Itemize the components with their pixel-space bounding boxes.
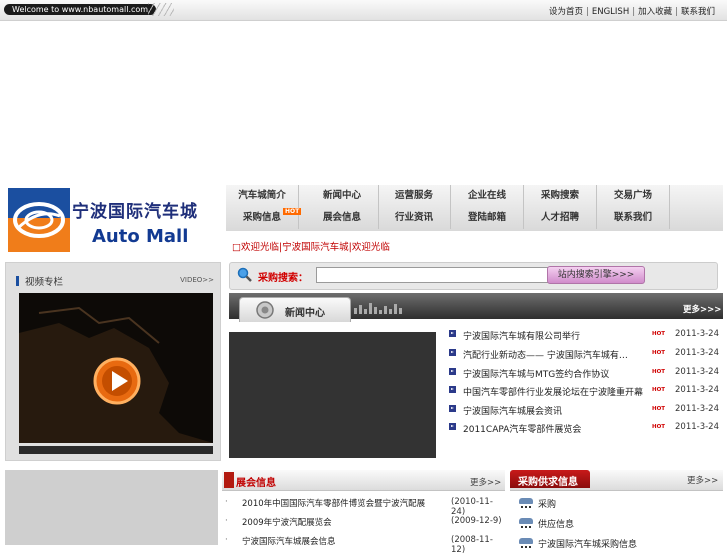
- video-panel: 视频专栏 VIDEO>>: [5, 262, 221, 461]
- arrow-bullet-icon: [449, 349, 456, 356]
- expo-item-date: (2009-12-9): [451, 516, 502, 526]
- news-item[interactable]: 宁波国际汽车城与MTG签约合作协议 HOT 2011-3-24: [449, 367, 721, 380]
- video-controls-bar[interactable]: [19, 446, 213, 454]
- nav-services[interactable]: 运营服务: [378, 185, 451, 207]
- news-item-title[interactable]: 宁波国际汽车城与MTG签约合作协议: [463, 367, 609, 380]
- news-item-date: 2011-3-24: [675, 329, 719, 339]
- news-item-date: 2011-3-24: [675, 367, 719, 377]
- logo-name-en: Auto Mall: [92, 226, 189, 247]
- supply-item-title[interactable]: 宁波国际汽车城采购信息: [538, 537, 637, 550]
- top-links: 设为首页 | ENGLISH | 加入收藏 | 联系我们: [549, 5, 715, 17]
- search-bar: 采购搜索： 站内搜索引擎>>>: [229, 262, 718, 290]
- news-item-title[interactable]: 汽配行业新动态—— 宁波国际汽车城有…: [463, 348, 628, 361]
- car-icon: [519, 518, 533, 528]
- nav-purchase-search[interactable]: 采购搜索: [524, 185, 597, 207]
- supply-item-title[interactable]: 供应信息: [538, 517, 574, 530]
- expo-item[interactable]: · 宁波国际汽车城展会信息 (2008-11-12): [225, 535, 505, 555]
- bullet: ·: [225, 497, 228, 507]
- hot-badge: HOT: [652, 369, 666, 375]
- nav-recruitment[interactable]: 人才招聘: [524, 207, 597, 229]
- expo-item-date: (2008-11-12): [451, 535, 493, 555]
- search-label: 采购搜索：: [258, 273, 308, 284]
- left-bottom-panel: [5, 470, 218, 545]
- news-item-date: 2011-3-24: [675, 348, 719, 358]
- news-item-date: 2011-3-24: [675, 385, 719, 395]
- hot-badge: HOT: [652, 406, 666, 412]
- separator: |: [632, 7, 636, 17]
- nav-news[interactable]: 新闻中心: [306, 185, 379, 207]
- decorative-stripes: [148, 3, 174, 16]
- logo-name-cn: 宁波国际汽车城: [72, 202, 198, 222]
- nav-industry-news[interactable]: 行业资讯: [378, 207, 451, 229]
- search-input[interactable]: [316, 267, 550, 283]
- hot-badge: HOT: [652, 331, 666, 337]
- hot-badge: HOT: [652, 387, 666, 393]
- hot-badge: HOT: [283, 208, 302, 215]
- nav-trade-square[interactable]: 交易广场: [597, 185, 670, 207]
- news-item-date: 2011-3-24: [675, 404, 719, 414]
- expo-title: 展会信息: [236, 478, 276, 489]
- arrow-bullet-icon: [449, 405, 456, 412]
- arrow-bullet-icon: [449, 423, 456, 430]
- expo-item-title[interactable]: 2009年宁波汽配展览会: [242, 516, 332, 528]
- expo-item-title[interactable]: 宁波国际汽车城展会信息: [242, 535, 336, 547]
- bullet: ·: [225, 535, 228, 545]
- car-icon: [519, 498, 533, 508]
- expo-item-date: (2010-11-24): [451, 497, 493, 517]
- contact-link[interactable]: 联系我们: [681, 7, 715, 17]
- news-item-title[interactable]: 中国汽车零部件行业发展论坛在宁波隆重开幕: [463, 385, 643, 398]
- nav-email-login[interactable]: 登陆邮箱: [451, 207, 524, 229]
- nav-about[interactable]: 汽车城简介: [226, 185, 299, 207]
- expo-item[interactable]: · 2010年中国国际汽车零部件博览会暨宁波汽配展 (2010-11-24): [225, 497, 505, 517]
- expo-more-link[interactable]: 更多>>: [470, 476, 501, 488]
- news-item[interactable]: 宁波国际汽车城有限公司举行 HOT 2011-3-24: [449, 329, 721, 342]
- arrow-bullet-icon: [449, 330, 456, 337]
- news-item-date: 2011-3-24: [675, 422, 719, 432]
- news-title: 新闻中心: [285, 308, 325, 319]
- search-button[interactable]: 站内搜索引擎>>>: [547, 266, 645, 284]
- play-icon: [93, 357, 141, 405]
- video-player[interactable]: [19, 293, 213, 443]
- search-icon: [237, 267, 252, 282]
- bullet: ·: [225, 516, 228, 526]
- add-favorite-link[interactable]: 加入收藏: [638, 7, 672, 17]
- site-logo[interactable]: 宁波国际汽车城 Auto Mall: [8, 187, 222, 253]
- news-item[interactable]: 汽配行业新动态—— 宁波国际汽车城有… HOT 2011-3-24: [449, 348, 721, 361]
- news-more-link[interactable]: 更多>>>: [683, 303, 721, 315]
- news-image[interactable]: [229, 332, 436, 458]
- separator: |: [675, 7, 678, 17]
- equalizer-decoration-icon: [354, 303, 402, 314]
- nav-expo-info[interactable]: 展会信息: [306, 207, 379, 229]
- car-icon: [519, 538, 533, 548]
- video-more-link[interactable]: VIDEO>>: [180, 276, 214, 284]
- news-item[interactable]: 宁波国际汽车城展会资讯 HOT 2011-3-24: [449, 404, 721, 417]
- separator: |: [585, 7, 589, 17]
- nav-contact[interactable]: 联系我们: [597, 207, 670, 229]
- scrolling-notice[interactable]: □欢迎光临|宁波国际汽车城|欢迎光临: [232, 239, 390, 253]
- nav-enterprise[interactable]: 企业在线: [451, 185, 524, 207]
- welcome-banner: Welcome to www.nbautomall.com: [4, 4, 157, 15]
- news-item-title[interactable]: 宁波国际汽车城有限公司举行: [463, 329, 580, 342]
- expo-item[interactable]: · 2009年宁波汽配展览会 (2009-12-9): [225, 516, 505, 528]
- news-globe-icon: [256, 301, 274, 319]
- set-homepage-link[interactable]: 设为首页: [549, 7, 583, 17]
- supply-title: 采购供求信息: [518, 477, 578, 488]
- news-item-title[interactable]: 宁波国际汽车城展会资讯: [463, 404, 562, 417]
- supply-item-title[interactable]: 采购: [538, 497, 556, 510]
- news-item-title[interactable]: 2011CAPA汽车零部件展览会: [463, 422, 581, 435]
- news-item[interactable]: 2011CAPA汽车零部件展览会 HOT 2011-3-24: [449, 422, 721, 435]
- arrow-bullet-icon: [449, 386, 456, 393]
- logo-emblem-icon: [8, 188, 70, 252]
- video-panel-title: 视频专栏: [16, 274, 63, 288]
- english-link[interactable]: ENGLISH: [592, 7, 629, 17]
- expo-item-title[interactable]: 2010年中国国际汽车零部件博览会暨宁波汽配展: [242, 497, 425, 509]
- hot-badge: HOT: [652, 350, 666, 356]
- hot-badge: HOT: [652, 424, 666, 430]
- arrow-bullet-icon: [449, 368, 456, 375]
- news-item[interactable]: 中国汽车零部件行业发展论坛在宁波隆重开幕 HOT 2011-3-24: [449, 385, 721, 398]
- supply-more-link[interactable]: 更多>>: [687, 474, 718, 486]
